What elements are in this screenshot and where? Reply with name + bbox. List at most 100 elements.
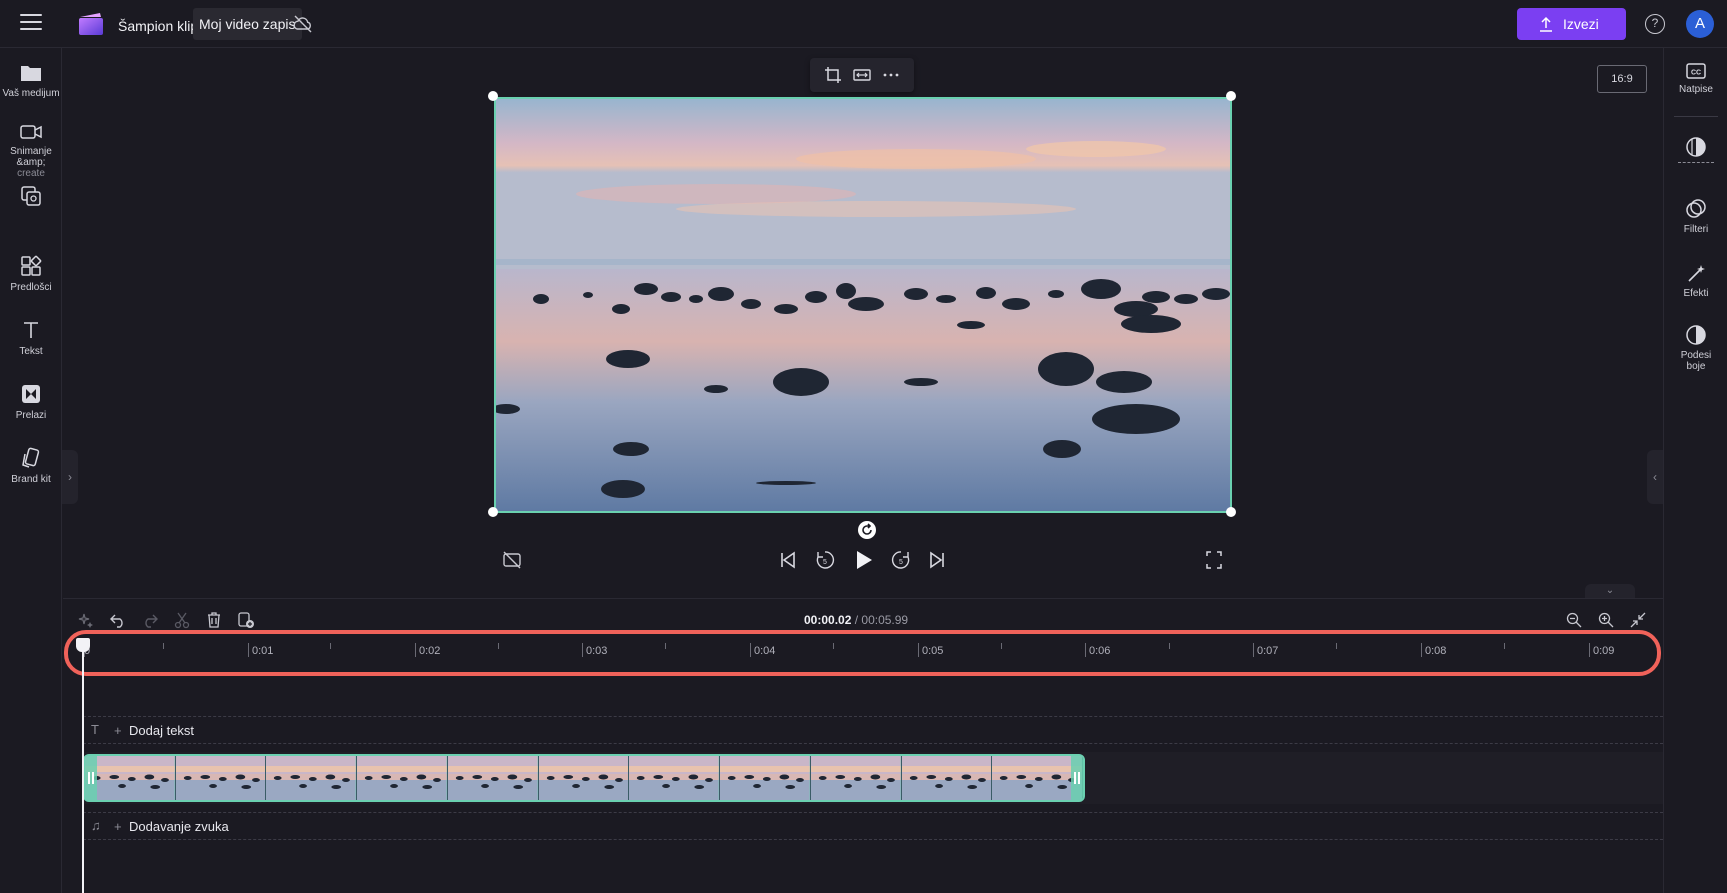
text-track[interactable]: T + Dodaj tekst bbox=[83, 716, 1663, 744]
sidebar-item-label: Prelazi bbox=[15, 410, 47, 421]
resize-handle-bottom-right[interactable] bbox=[1226, 507, 1236, 517]
chevron-down-icon[interactable]: ⌄ bbox=[1585, 584, 1635, 598]
hide-preview-icon[interactable] bbox=[502, 547, 522, 573]
sidebar-item-your-media[interactable]: Vaš medijum bbox=[0, 62, 62, 99]
clip-thumbnail bbox=[357, 756, 448, 800]
resize-handle-top-right[interactable] bbox=[1226, 91, 1236, 101]
adjust-colors-icon bbox=[1686, 325, 1706, 345]
sidebar-item-label: Efekti bbox=[1683, 288, 1709, 299]
crop-icon[interactable] bbox=[824, 66, 842, 84]
playhead-handle[interactable] bbox=[76, 638, 90, 652]
sidebar-item-captions[interactable]: CC Natpise bbox=[1664, 62, 1727, 95]
add-text-label[interactable]: Dodaj tekst bbox=[129, 723, 194, 738]
filters-icon bbox=[1686, 199, 1706, 218]
clip-thumbnail bbox=[538, 756, 630, 800]
menu-icon[interactable] bbox=[20, 14, 42, 32]
fullscreen-icon[interactable] bbox=[1205, 547, 1223, 573]
sidebar-item-adjust-colors[interactable]: Podesi boje bbox=[1664, 324, 1727, 372]
fit-timeline-icon[interactable] bbox=[1629, 611, 1647, 629]
player-controls: 5 5 bbox=[0, 547, 1727, 573]
resize-handle-bottom-left[interactable] bbox=[488, 507, 498, 517]
video-preview-frame[interactable] bbox=[494, 97, 1232, 513]
right-sidebar: CC Natpise Filteri Efekti Podesi boje bbox=[1663, 48, 1727, 893]
rewind-5s-icon[interactable]: 5 bbox=[814, 547, 836, 573]
duplicate-icon[interactable] bbox=[237, 611, 255, 629]
export-button[interactable]: Izvezi bbox=[1517, 8, 1626, 40]
sidebar-item-content-library[interactable] bbox=[0, 184, 62, 212]
cloud-sync-off-icon[interactable] bbox=[292, 14, 314, 34]
sidebar-item-record-create[interactable]: Snimanje &amp; create bbox=[0, 122, 62, 179]
video-preview-image bbox=[496, 99, 1230, 511]
clip-trim-handle-right[interactable] bbox=[1071, 756, 1083, 800]
fade-icon bbox=[1686, 137, 1706, 157]
more-icon[interactable] bbox=[882, 66, 900, 84]
svg-text:5: 5 bbox=[823, 559, 827, 566]
sidebar-item-label: Filteri bbox=[1683, 224, 1709, 235]
zoom-in-icon[interactable] bbox=[1597, 611, 1615, 629]
svg-text:CC: CC bbox=[1691, 70, 1701, 77]
split-icon[interactable] bbox=[173, 611, 191, 629]
sidebar-item-label: Natpise bbox=[1679, 84, 1713, 95]
playhead[interactable] bbox=[82, 640, 84, 893]
magic-icon[interactable] bbox=[77, 611, 95, 629]
clip-thumbnail bbox=[629, 756, 721, 800]
skip-to-start-icon[interactable] bbox=[779, 547, 797, 573]
sidebar-item-transitions[interactable]: Prelazi bbox=[0, 382, 62, 421]
sidebar-item-templates[interactable]: Predlošci bbox=[0, 254, 62, 293]
clip-trim-handle-left[interactable] bbox=[85, 756, 97, 800]
clip-thumbnail bbox=[175, 756, 267, 800]
sidebar-divider bbox=[1674, 116, 1718, 117]
sidebar-item-label: Vaš medijum bbox=[2, 88, 60, 99]
text-icon bbox=[24, 322, 38, 338]
clipchamp-logo-icon bbox=[79, 13, 103, 35]
sidebar-item-filters[interactable]: Filteri bbox=[1664, 198, 1727, 235]
video-clip[interactable] bbox=[83, 754, 1085, 802]
sidebar-item-effects[interactable]: Efekti bbox=[1664, 262, 1727, 299]
left-sidebar: Vaš medijum Snimanje &amp; create Predlo… bbox=[0, 48, 62, 893]
sidebar-item-label: Tekst bbox=[19, 346, 43, 357]
zoom-out-icon[interactable] bbox=[1565, 611, 1583, 629]
clip-thumbnail bbox=[992, 756, 1083, 800]
sidebar-item-label: Podesi bbox=[1680, 350, 1712, 361]
avatar[interactable]: A bbox=[1686, 10, 1714, 38]
upload-icon bbox=[1540, 16, 1552, 32]
play-icon[interactable] bbox=[853, 547, 875, 573]
text-icon: T bbox=[91, 722, 99, 737]
sidebar-item-sublabel: create bbox=[17, 168, 45, 179]
help-icon[interactable]: ? bbox=[1645, 14, 1665, 34]
clip-thumbnail bbox=[266, 756, 358, 800]
collapse-right-panel-button[interactable]: ‹ bbox=[1647, 450, 1663, 504]
total-time: 00:05.99 bbox=[861, 613, 909, 627]
clip-thumbnail bbox=[720, 756, 811, 800]
undo-icon[interactable] bbox=[109, 611, 127, 629]
sidebar-item-fade[interactable] bbox=[1664, 136, 1727, 164]
sidebar-item-brand-kit[interactable]: Brand kit bbox=[0, 446, 62, 485]
aspect-ratio-button[interactable]: 16:9 bbox=[1597, 65, 1647, 93]
sidebar-item-sublabel: boje bbox=[1686, 361, 1706, 372]
clipchamp-editor: Šampion klipa Moj video zapis Izvezi ? A… bbox=[0, 0, 1727, 893]
skip-to-end-icon[interactable] bbox=[928, 547, 946, 573]
resize-handle-top-left[interactable] bbox=[488, 91, 498, 101]
project-tooltip: Moj video zapis bbox=[193, 8, 302, 40]
clip-thumbnail bbox=[85, 756, 176, 800]
add-audio-label[interactable]: Dodavanje zvuka bbox=[129, 819, 229, 834]
sidebar-item-text[interactable]: Tekst bbox=[0, 318, 62, 357]
audio-track[interactable]: ♫ + Dodavanje zvuka bbox=[83, 812, 1663, 840]
label-placeholder bbox=[1678, 162, 1714, 164]
plus-icon: + bbox=[114, 723, 122, 738]
collapse-left-panel-button[interactable]: › bbox=[62, 450, 78, 504]
music-note-icon: ♫ bbox=[91, 818, 101, 833]
ruler-highlight-annotation bbox=[64, 630, 1661, 676]
time-separator: / bbox=[851, 613, 862, 627]
forward-5s-icon[interactable]: 5 bbox=[890, 547, 912, 573]
delete-icon[interactable] bbox=[205, 611, 223, 629]
timecode: 00:00.02 / 00:05.99 bbox=[804, 613, 908, 627]
clip-thumbnail bbox=[901, 756, 993, 800]
redo-icon[interactable] bbox=[141, 611, 159, 629]
sidebar-item-label: Predlošci bbox=[10, 282, 52, 293]
media-library-icon bbox=[21, 186, 41, 206]
fit-icon[interactable] bbox=[853, 66, 871, 84]
rotate-icon[interactable] bbox=[858, 521, 876, 539]
svg-text:5: 5 bbox=[899, 559, 903, 566]
transitions-icon bbox=[22, 385, 40, 403]
